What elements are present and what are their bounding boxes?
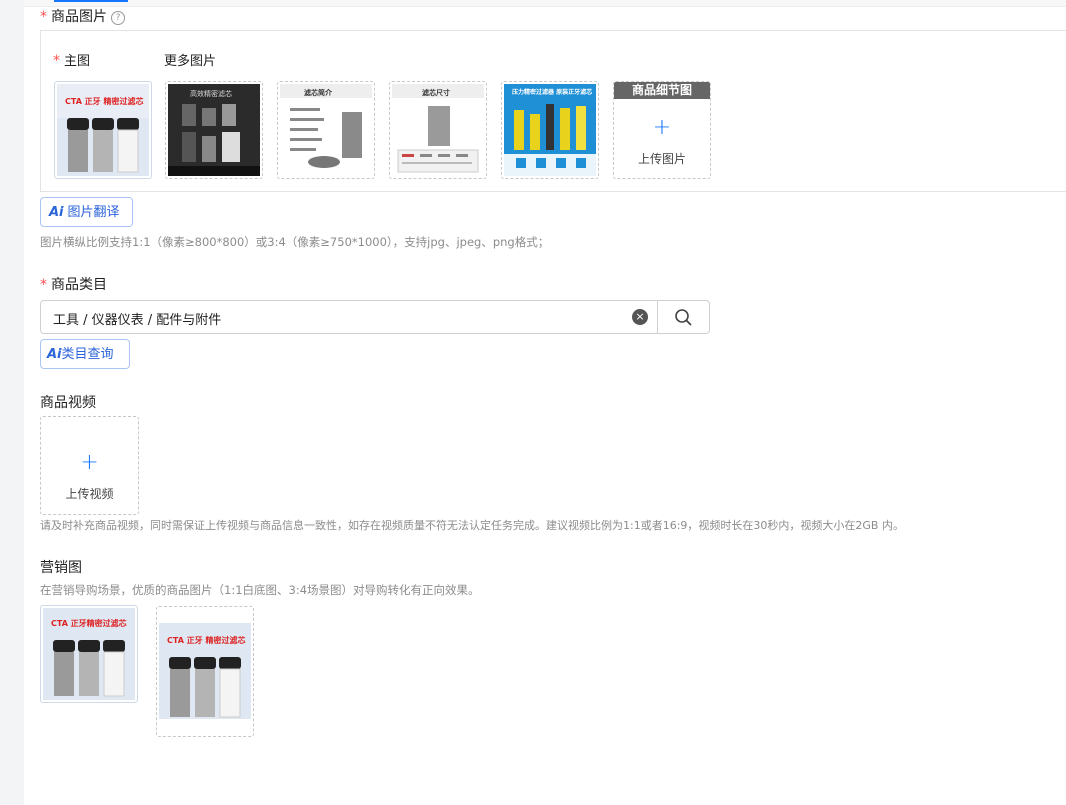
category-search-button[interactable] (657, 301, 711, 333)
more-image-4-thumbnail[interactable]: 压力精密过滤器 原装正牙滤芯 (501, 81, 599, 179)
upload-video-label: 上传视频 (65, 487, 114, 501)
ai-category-query-button[interactable]: Ai类目查询 (40, 339, 130, 369)
filter-dark-image: 高效精密滤芯 (168, 84, 260, 176)
marketing-hint: 在营销导购场景，优质的商品图片（1:1白底图、3:4场景图）对导购转化有正向效果… (40, 583, 480, 597)
filter-housing-image: 压力精密过滤器 原装正牙滤芯 (504, 84, 596, 176)
main-image-caption: CTA 正牙 精密过滤芯 (65, 96, 143, 106)
main-image-label-text: 主图 (64, 54, 91, 69)
plus-icon: + (80, 450, 99, 475)
main-image-thumbnail[interactable]: CTA 正牙 精密过滤芯 (54, 81, 152, 179)
filter-spec-image: 滤芯简介 (280, 84, 372, 176)
filter-product-image: CTA 正牙 精密过滤芯 (57, 84, 149, 176)
marketing-image-portrait-caption: CTA 正牙 精密过滤芯 (167, 635, 245, 645)
search-icon (675, 309, 692, 326)
plus-icon: + (652, 115, 672, 140)
marketing-image-square[interactable]: CTA 正牙精密过滤芯 (40, 605, 138, 703)
more-image-3-caption: 滤芯尺寸 (422, 88, 450, 97)
clear-icon[interactable]: × (632, 309, 648, 325)
category-label: * 商品类目 (40, 274, 107, 294)
category-input[interactable]: 工具 / 仪器仪表 / 配件与附件 × (40, 300, 710, 334)
filter-dimension-image: 滤芯尺寸 (392, 84, 484, 176)
product-images-label-text: 商品图片 (51, 9, 107, 25)
filter-product-image: CTA 正牙精密过滤芯 (43, 608, 135, 700)
ai-icon: Ai (49, 205, 64, 220)
filter-product-image: CTA 正牙 精密过滤芯 (159, 609, 251, 734)
more-image-2-caption: 滤芯简介 (304, 88, 333, 97)
product-images-label: * 商品图片? (40, 6, 125, 26)
upload-image-label: 上传图片 (637, 152, 686, 166)
required-mark: * (40, 9, 47, 25)
category-value: 工具 / 仪器仪表 / 配件与附件 (53, 313, 222, 328)
active-tab-indicator (54, 0, 128, 2)
product-images-hint: 图片横纵比例支持1:1（像素≥800*800）或3:4（像素≥750*1000）… (40, 235, 550, 249)
more-images-label: 更多图片 (164, 54, 217, 69)
video-label: 商品视频 (40, 395, 96, 411)
detail-image-header: 商品细节图 (614, 82, 710, 99)
video-upload[interactable]: + 上传视频 (40, 416, 139, 515)
more-image-4-caption: 压力精密过滤器 原装正牙滤芯 (512, 88, 592, 96)
help-icon[interactable]: ? (111, 11, 125, 25)
marketing-label: 营销图 (40, 560, 82, 576)
detail-image-upload[interactable]: 商品细节图 + 上传图片 (613, 81, 711, 179)
top-tab-bar (24, 0, 1066, 7)
marketing-image-portrait[interactable]: CTA 正牙 精密过滤芯 (156, 606, 254, 737)
ai-category-query-label: 类目查询 (61, 347, 114, 362)
required-mark: * (40, 277, 47, 293)
ai-image-translate-button[interactable]: Ai 图片翻译 (40, 197, 133, 227)
category-label-text: 商品类目 (51, 277, 107, 293)
ai-icon: Ai (47, 347, 62, 362)
more-image-1-caption: 高效精密滤芯 (190, 89, 232, 98)
main-image-label: * 主图 (53, 50, 90, 69)
more-image-1-thumbnail[interactable]: 高效精密滤芯 (165, 81, 263, 179)
more-image-3-thumbnail[interactable]: 滤芯尺寸 (389, 81, 487, 179)
ai-translate-label: 图片翻译 (67, 205, 120, 220)
required-mark: * (53, 53, 60, 69)
marketing-image-square-caption: CTA 正牙精密过滤芯 (51, 618, 127, 628)
left-sidebar-edge (0, 0, 24, 805)
more-image-2-thumbnail[interactable]: 滤芯简介 (277, 81, 375, 179)
video-hint: 请及时补充商品视频，同时需保证上传视频与商品信息一致性，如存在视频质量不符无法认… (40, 519, 904, 532)
